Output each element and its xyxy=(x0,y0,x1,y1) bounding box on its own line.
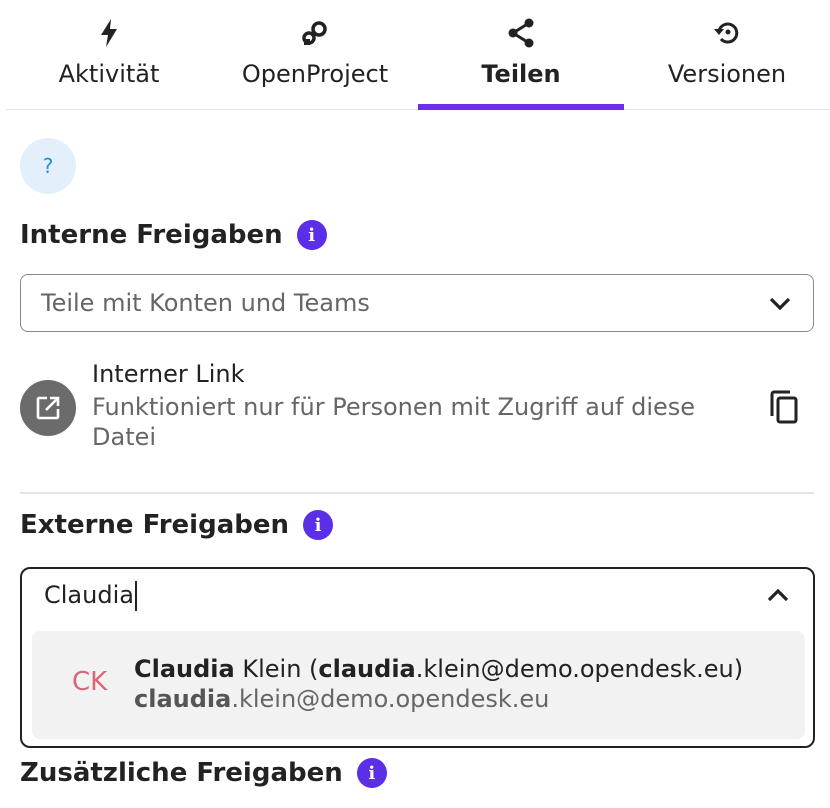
additional-shares-heading: Zusätzliche Freigaben i xyxy=(20,758,387,788)
external-share-search-input[interactable]: Claudia xyxy=(44,581,137,611)
info-icon[interactable]: i xyxy=(303,510,333,540)
chevron-down-icon xyxy=(769,289,791,317)
share-icon xyxy=(507,16,535,50)
email-match: claudia xyxy=(134,685,232,713)
active-tab-indicator xyxy=(418,104,624,110)
internal-shares-heading: Interne Freigaben i xyxy=(20,220,327,250)
external-shares-heading: Externe Freigaben i xyxy=(20,510,333,540)
tab-share[interactable]: Teilen xyxy=(418,0,624,110)
user-suggestion-option[interactable]: CK Claudia Klein (claudia.klein@demo.ope… xyxy=(32,631,805,739)
info-icon[interactable]: i xyxy=(296,220,327,250)
tab-label: Versionen xyxy=(667,60,787,88)
tab-activity[interactable]: Aktivität xyxy=(6,0,212,110)
name-match: Claudia xyxy=(134,655,235,683)
tab-versions[interactable]: Versionen xyxy=(624,0,830,110)
name-rest: Klein ( xyxy=(234,655,319,683)
sidebar-tabs: Aktivität OpenProject Teilen Versionen xyxy=(6,0,830,110)
copy-icon[interactable] xyxy=(768,390,800,428)
openproject-icon xyxy=(301,16,329,50)
search-value: Claudia xyxy=(44,581,134,609)
tab-label: Aktivität xyxy=(58,60,160,88)
additional-shares-title: Zusätzliche Freigaben xyxy=(20,758,343,788)
suggestion-name: Claudia Klein (claudia.klein@demo.opende… xyxy=(134,655,743,683)
external-link-icon xyxy=(20,380,76,436)
chevron-up-icon[interactable] xyxy=(767,587,789,606)
close-paren: ) xyxy=(733,655,744,683)
internal-share-select[interactable]: Teile mit Konten und Teams xyxy=(20,274,814,332)
internal-shares-title: Interne Freigaben xyxy=(20,220,283,250)
tab-openproject[interactable]: OpenProject xyxy=(212,0,418,110)
history-icon xyxy=(712,16,742,50)
email-rest: .klein@demo.opendesk.eu xyxy=(415,655,734,683)
avatar: CK xyxy=(72,667,108,697)
tab-label: Teilen xyxy=(481,60,561,88)
divider xyxy=(20,492,814,494)
tab-label: OpenProject xyxy=(241,60,389,88)
email-rest: .klein@demo.opendesk.eu xyxy=(231,685,550,713)
external-share-combobox[interactable]: Claudia CK Claudia Klein (claudia.klein@… xyxy=(20,567,815,748)
text-caret xyxy=(134,581,137,611)
internal-link-description: Funktioniert nur für Personen mit Zugrif… xyxy=(92,393,696,451)
external-shares-title: Externe Freigaben xyxy=(20,510,289,540)
help-button[interactable]: ? xyxy=(20,138,76,194)
email-match: claudia xyxy=(318,655,416,683)
internal-link-title: Interner Link xyxy=(92,360,245,388)
lightning-icon xyxy=(100,16,118,50)
suggestion-email: claudia.klein@demo.opendesk.eu xyxy=(134,685,549,713)
internal-share-placeholder: Teile mit Konten und Teams xyxy=(41,289,370,317)
info-icon[interactable]: i xyxy=(356,758,387,788)
